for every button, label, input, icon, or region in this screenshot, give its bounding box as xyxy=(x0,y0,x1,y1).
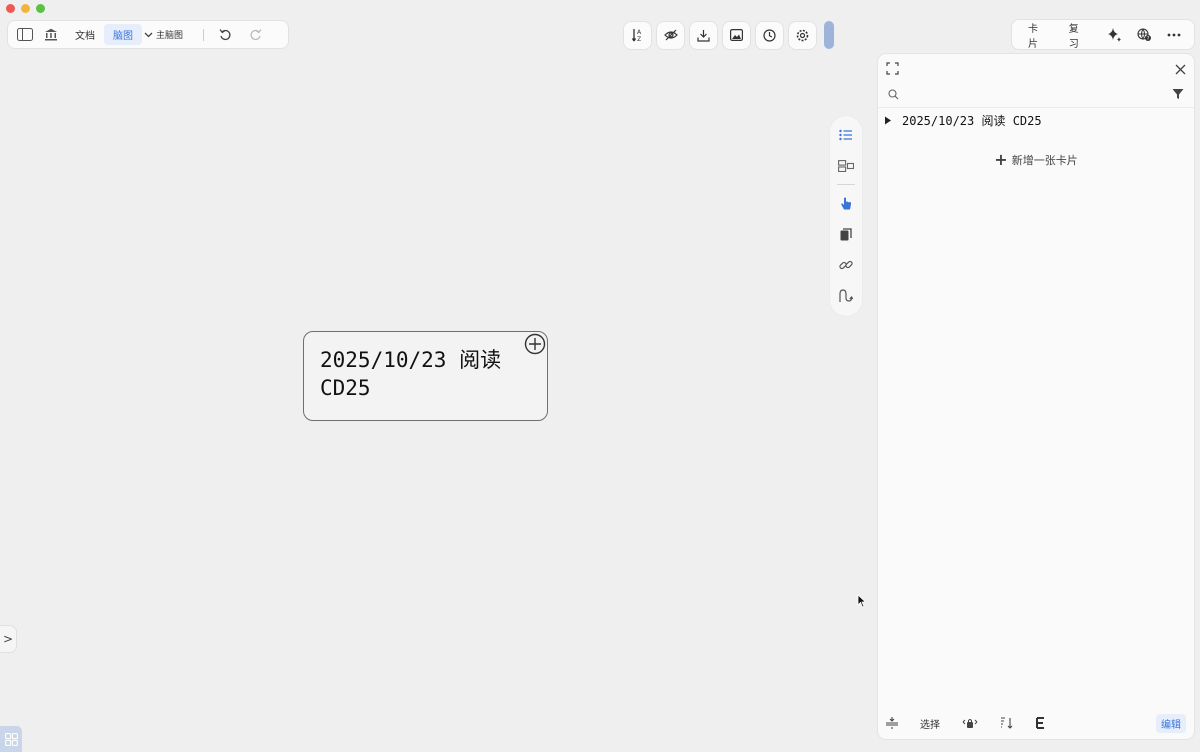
card-toolbar: 卡片 复习 ? xyxy=(1012,20,1194,50)
tab-document[interactable]: 文档 xyxy=(66,24,104,45)
sort-order-icon[interactable] xyxy=(1000,717,1014,729)
tree-item[interactable]: 2025/10/23 阅读 CD25 xyxy=(884,112,1042,129)
expand-triangle-icon[interactable] xyxy=(884,116,892,125)
main-toolbar: 文档 脑图 主脑图 xyxy=(8,21,288,48)
lock-move-icon[interactable] xyxy=(962,717,978,729)
curve-connector-icon[interactable] xyxy=(835,285,857,307)
panel-header xyxy=(886,58,1186,80)
undo-icon[interactable] xyxy=(214,25,236,45)
mindmap-root-node[interactable]: 2025/10/23 阅读 CD25 xyxy=(303,331,548,421)
add-child-icon[interactable] xyxy=(524,333,546,359)
close-window-button[interactable] xyxy=(6,4,15,13)
copy-pages-icon[interactable] xyxy=(835,223,857,245)
add-card-label: 新增一张卡片 xyxy=(1011,154,1078,167)
history-icon[interactable] xyxy=(756,21,783,49)
layout-icon[interactable] xyxy=(835,155,857,177)
view-toolbar: AZ xyxy=(624,21,834,49)
link-icon[interactable] xyxy=(835,254,857,276)
apps-grid-icon[interactable] xyxy=(0,726,22,752)
download-icon[interactable] xyxy=(690,21,717,49)
svg-text:?: ? xyxy=(1147,36,1150,42)
left-expand-toggle[interactable]: > xyxy=(0,626,16,652)
hide-icon[interactable] xyxy=(657,21,684,49)
review-button[interactable]: 复习 xyxy=(1059,16,1098,54)
panel-footer: 选择 编辑 xyxy=(886,713,1186,733)
image-icon[interactable] xyxy=(723,21,750,49)
select-button[interactable]: 选择 xyxy=(920,716,940,731)
filter-icon[interactable] xyxy=(1172,85,1184,104)
divider-insert-icon[interactable] xyxy=(886,717,898,729)
window-controls xyxy=(6,4,45,13)
zoom-window-button[interactable] xyxy=(36,4,45,13)
add-card-button[interactable]: + 新增一张卡片 xyxy=(878,152,1194,168)
mouse-cursor-icon xyxy=(857,593,867,612)
outline-list-icon[interactable] xyxy=(835,124,857,146)
panel-search-bar xyxy=(878,82,1194,108)
settings-gear-icon[interactable] xyxy=(789,21,816,49)
fullscreen-icon[interactable] xyxy=(886,60,899,79)
search-input[interactable] xyxy=(905,88,1172,101)
svg-text:Z: Z xyxy=(637,36,641,42)
card-button[interactable]: 卡片 xyxy=(1018,16,1057,54)
panel-view-rail xyxy=(830,116,862,316)
pointer-hand-icon[interactable] xyxy=(835,193,857,215)
chevron-down-icon xyxy=(144,32,153,37)
rail-divider xyxy=(837,183,855,185)
toolbar-divider xyxy=(203,28,205,41)
sort-icon[interactable]: AZ xyxy=(624,21,651,49)
help-globe-icon[interactable]: ? xyxy=(1130,27,1158,42)
close-icon[interactable] xyxy=(1175,60,1186,79)
tab-mindmap[interactable]: 脑图 xyxy=(104,24,142,45)
text-format-icon[interactable] xyxy=(1036,717,1046,729)
ai-sparkle-icon[interactable] xyxy=(1100,27,1128,43)
sidebar-toggle-icon[interactable] xyxy=(14,25,36,45)
search-icon xyxy=(888,85,899,104)
plus-icon: + xyxy=(994,150,1008,169)
tree-item-label: 2025/10/23 阅读 CD25 xyxy=(902,114,1042,128)
mindmap-selector-label: 主脑图 xyxy=(156,31,184,41)
more-options-icon[interactable] xyxy=(1160,33,1188,37)
edit-button[interactable]: 编辑 xyxy=(1156,713,1186,733)
scroll-handle[interactable] xyxy=(824,21,834,49)
library-icon[interactable] xyxy=(40,25,62,45)
node-text[interactable]: 2025/10/23 阅读 CD25 xyxy=(320,346,520,402)
redo-icon[interactable] xyxy=(244,25,266,45)
card-panel: 2025/10/23 阅读 CD25 + 新增一张卡片 选择 编辑 xyxy=(878,54,1194,739)
mindmap-selector[interactable]: 主脑图 xyxy=(144,28,183,41)
svg-text:A: A xyxy=(637,29,642,36)
minimize-window-button[interactable] xyxy=(21,4,30,13)
